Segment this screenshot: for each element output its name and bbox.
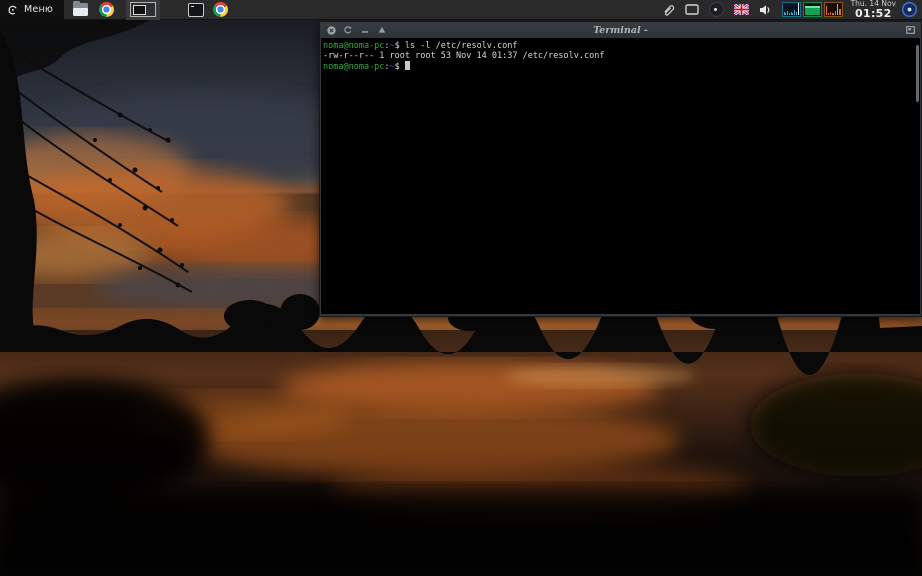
workspace-1 [130, 2, 156, 17]
panel-clock[interactable]: Thu. 14 Nov 01:52 [851, 0, 896, 19]
titlebar-right-buttons [905, 25, 920, 35]
file-manager-launcher[interactable] [73, 2, 89, 18]
chrome-icon [213, 2, 228, 17]
menu-label: Меню [24, 4, 53, 15]
chrome-launcher[interactable] [98, 2, 114, 18]
terminal-cursor [405, 61, 410, 70]
quick-launchers [73, 2, 114, 18]
app-indicator-icon[interactable] [709, 2, 724, 17]
system-tray [662, 2, 772, 17]
window-menu-icon [906, 26, 915, 34]
window-menu-button[interactable] [905, 25, 915, 35]
shade-button[interactable] [343, 25, 353, 35]
terminal-text: noma@noma-pc:~$ ls -l /etc/resolv.conf-r… [321, 38, 920, 75]
taskbar-button-chrome[interactable] [212, 2, 228, 18]
system-monitor[interactable] [782, 2, 843, 17]
debian-swirl-icon [6, 3, 19, 16]
session-action-button[interactable] [901, 1, 918, 18]
close-button[interactable] [326, 25, 336, 35]
sysmon-mem-fill [805, 6, 820, 15]
shade-icon [344, 26, 352, 34]
terminal-line: -rw-r--r-- 1 root root 53 Nov 14 01:37 /… [323, 51, 918, 61]
titlebar-left-buttons [321, 25, 387, 35]
terminal-titlebar[interactable]: Terminal - [321, 22, 920, 38]
maximize-button[interactable] [377, 25, 387, 35]
sysmon-cpu-graph [782, 2, 801, 17]
window-title: Terminal - [321, 25, 920, 36]
keyboard-layout-uk-flag-icon[interactable] [734, 4, 749, 15]
chrome-icon [99, 2, 114, 17]
clock-time: 01:52 [851, 8, 896, 19]
clock-date: Thu. 14 Nov [851, 0, 896, 7]
workspace-window-preview [133, 5, 146, 15]
applications-menu-button[interactable]: Меню [0, 0, 64, 20]
close-icon [327, 26, 336, 35]
terminal-window: Terminal - noma@noma-pc:~$ ls -l /etc/re… [319, 21, 922, 317]
top-panel: Меню [0, 0, 922, 20]
minimize-button[interactable] [360, 25, 370, 35]
volume-icon[interactable] [759, 4, 772, 16]
minimize-icon [361, 26, 369, 34]
terminal-icon [188, 3, 204, 17]
terminal-scrollbar[interactable] [916, 45, 919, 102]
clipboard-paperclip-icon[interactable] [662, 3, 675, 17]
taskbar-button-terminal[interactable] [188, 2, 204, 18]
terminal-line: noma@noma-pc:~$ ls -l /etc/resolv.conf [323, 41, 918, 51]
terminal-line: noma@noma-pc:~$ [323, 61, 918, 72]
taskbar-window-buttons [188, 2, 228, 18]
sysmon-disk-graph [824, 2, 843, 17]
maximize-icon [378, 26, 386, 34]
desktop-screen: Меню [0, 0, 922, 576]
display-icon[interactable] [685, 4, 699, 15]
workspace-switcher[interactable] [126, 0, 160, 20]
sysmon-mem-graph [803, 2, 822, 17]
terminal-content[interactable]: noma@noma-pc:~$ ls -l /etc/resolv.conf-r… [321, 38, 920, 314]
folder-icon [73, 3, 89, 16]
